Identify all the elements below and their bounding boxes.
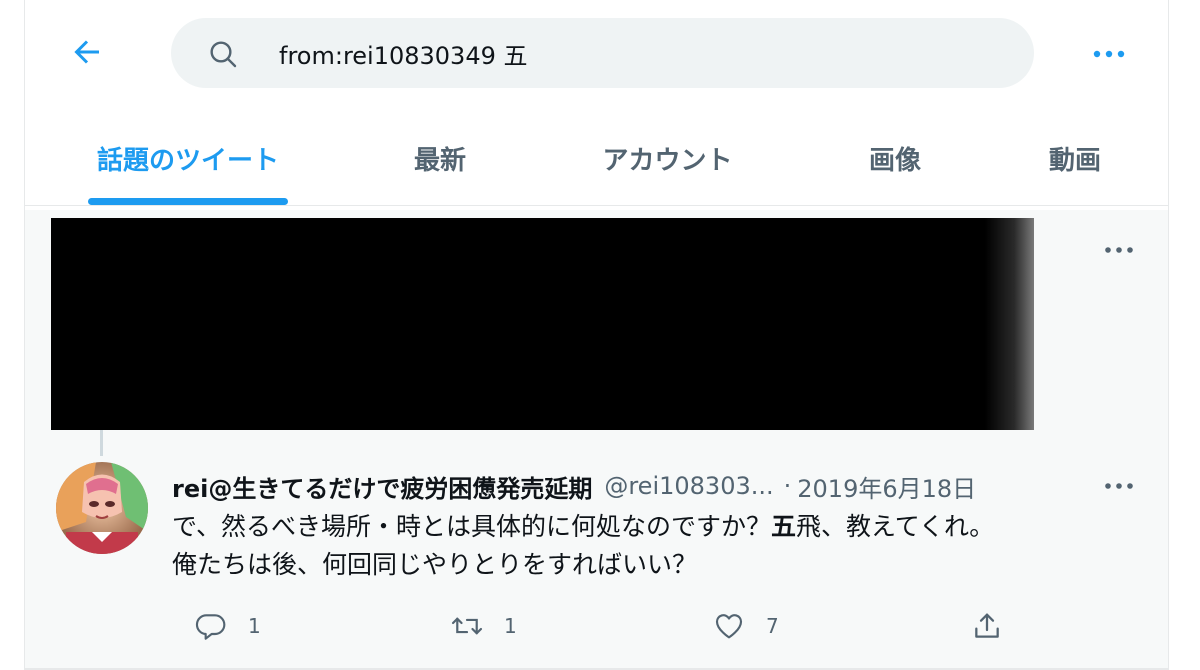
retweet-button[interactable]: 1 xyxy=(450,604,517,648)
reply-button[interactable]: 1 xyxy=(194,604,261,648)
more-dots-icon xyxy=(1105,247,1133,253)
reply-icon xyxy=(194,609,228,643)
meta-separator: · xyxy=(783,472,792,500)
tweet-text-segment: 飛、教えてくれ。 xyxy=(796,512,995,541)
tweet-thread[interactable]: rei@生きてるだけで疲労困憊発売延期 @rei108303... · 2019… xyxy=(25,210,1168,670)
tweet-text: で、然るべき場所・時とは具体的に何処なのですか？五飛、教えてくれ。 俺たちは後、… xyxy=(172,508,1132,584)
back-button[interactable] xyxy=(65,30,109,74)
tab-accounts[interactable]: アカウント xyxy=(565,110,770,206)
retweet-icon xyxy=(450,609,484,643)
tab-videos[interactable]: 動画 xyxy=(1005,110,1145,206)
tweet-actions: 1 1 7 xyxy=(172,604,1072,648)
tweet-text-line-2: 俺たちは後、何回同じやりとりをすればいい？ xyxy=(172,550,698,579)
more-options-button[interactable] xyxy=(1085,30,1133,78)
avatar-image xyxy=(56,462,148,554)
search-input[interactable] xyxy=(279,30,979,76)
column-right-border xyxy=(1168,0,1169,670)
author-display-name[interactable]: rei@生きてるだけで疲労困憊発売延期 xyxy=(172,469,592,504)
tweet-header: rei@生きてるだけで疲労困憊発売延期 @rei108303... · 2019… xyxy=(172,466,1072,506)
search-match-highlight: 五 xyxy=(771,512,797,541)
retweet-count: 1 xyxy=(504,614,517,638)
more-dots-icon xyxy=(1105,483,1133,489)
arrow-left-icon xyxy=(74,40,99,64)
avatar[interactable] xyxy=(56,462,148,554)
share-icon xyxy=(970,609,1004,643)
heart-icon xyxy=(712,609,746,643)
media-tweet-more-button[interactable] xyxy=(1095,230,1143,270)
author-handle[interactable]: @rei108303... xyxy=(604,472,773,500)
tweet-more-button[interactable] xyxy=(1095,466,1143,506)
tweet-timestamp[interactable]: 2019年6月18日 xyxy=(797,469,976,504)
thread-connector-line xyxy=(100,430,103,456)
active-tab-indicator xyxy=(88,198,288,205)
search-box[interactable] xyxy=(171,18,1034,88)
search-tabs: 話題のツイート 最新 アカウント 画像 動画 xyxy=(25,110,1168,206)
more-dots-icon xyxy=(1093,50,1125,58)
tweet-text-segment: で、然るべき場所・時とは具体的に何処なのですか？ xyxy=(172,512,772,541)
search-icon xyxy=(210,41,237,68)
search-header: 話題のツイート 最新 アカウント 画像 動画 xyxy=(25,0,1168,206)
tab-photos[interactable]: 画像 xyxy=(815,110,975,206)
like-count: 7 xyxy=(766,614,779,638)
share-button[interactable] xyxy=(970,604,1004,648)
tweet-media[interactable] xyxy=(51,218,1034,430)
tab-top[interactable]: 話題のツイート xyxy=(63,110,313,206)
reply-count: 1 xyxy=(248,614,261,638)
tab-latest[interactable]: 最新 xyxy=(365,110,515,206)
like-button[interactable]: 7 xyxy=(712,604,779,648)
